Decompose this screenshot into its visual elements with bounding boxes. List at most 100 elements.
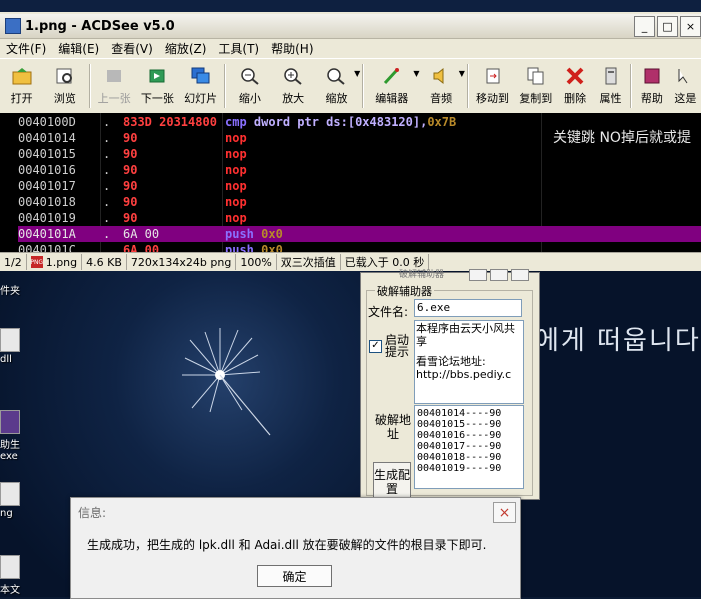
chevron-down-icon[interactable]: ▼	[354, 69, 360, 78]
properties-button[interactable]: 属性	[593, 59, 628, 111]
disasm-marker: .	[103, 195, 111, 209]
maximize-button[interactable]: □	[657, 16, 678, 37]
status-zoom: 100%	[236, 254, 277, 270]
help-book-icon	[641, 65, 663, 87]
image-viewer-disassembly[interactable]: 0040100D. 833D 20314800 cmp dword ptr ds:[…	[0, 113, 701, 252]
zoom-out-button[interactable]: 缩小	[228, 59, 271, 111]
menu-help[interactable]: 帮助(H)	[265, 40, 319, 57]
exe-file-icon	[0, 410, 20, 434]
png-file-icon: PNG	[30, 256, 43, 268]
disasm-marker: .	[103, 243, 111, 252]
info-textbox[interactable]: 本程序由云天小风共享 看雪论坛地址: http://bbs.pediy.c	[414, 320, 524, 404]
delete-button[interactable]: 删除	[557, 59, 592, 111]
toolbar-separator	[466, 64, 469, 108]
filename-input[interactable]: 6.exe	[414, 299, 522, 317]
disasm-marker: .	[103, 227, 111, 241]
disasm-row[interactable]: 00401019. 90 nop	[18, 210, 701, 226]
disasm-row[interactable]: 00401018. 90 nop	[18, 194, 701, 210]
acdsee-window: 1.png - ACDSee v5.0 _ □ × 文件(F) 编辑(E) 查看…	[0, 0, 701, 271]
crack-address-list[interactable]: 00401014----90 00401015----90 00401016--…	[414, 405, 524, 489]
disasm-hex: 6A 00	[123, 243, 160, 252]
move-to-button[interactable]: 移动到	[471, 59, 514, 111]
minimize-button[interactable]: _	[634, 16, 655, 37]
open-button[interactable]: 打开	[0, 59, 43, 111]
zoom-button[interactable]: 缩放	[315, 59, 358, 111]
disasm-hex: 90	[123, 131, 138, 145]
toolbar-separator	[88, 64, 91, 108]
paint-brush-icon	[381, 65, 403, 87]
dialog-message: 生成成功，把生成的 lpk.dll 和 Adai.dll 放在要破解的文件的根目…	[87, 538, 487, 552]
filename-label: 文件名:	[368, 305, 409, 319]
list-item: 00401014----90	[417, 408, 502, 419]
zoom-in-button[interactable]: 放大	[272, 59, 315, 111]
audio-button[interactable]: 音频	[420, 59, 463, 111]
disasm-row[interactable]: 0040101C. 6A 00 push 0x0	[18, 242, 701, 252]
next-image-button[interactable]: 下一张	[136, 59, 179, 111]
disasm-address: 00401018	[18, 195, 76, 209]
menu-tools[interactable]: 工具(T)	[212, 40, 265, 57]
generate-config-button[interactable]: 生成配置	[373, 462, 411, 502]
close-button[interactable]: ×	[680, 16, 701, 37]
desktop-icon-dll[interactable]: dll	[0, 328, 26, 365]
chevron-down-icon[interactable]: ▼	[459, 69, 465, 78]
status-file: PNG 1.png	[27, 254, 83, 270]
desktop-icon-text[interactable]: 本文	[0, 555, 26, 596]
gutter	[0, 113, 14, 252]
magnifier-minus-icon	[239, 65, 261, 87]
disasm-hex: 90	[123, 195, 138, 209]
startup-tip-checkbox[interactable]: ✓	[369, 339, 382, 353]
list-item: 00401019----90	[417, 463, 502, 474]
slideshow-icon	[190, 65, 212, 87]
editor-button[interactable]: 编辑器	[366, 59, 417, 111]
disasm-hex: 90	[123, 211, 138, 225]
list-item: 00401017----90	[417, 441, 502, 452]
move-file-icon	[482, 65, 504, 87]
disasm-address: 00401019	[18, 211, 76, 225]
copy-to-button[interactable]: 复制到	[514, 59, 557, 111]
status-index: 1/2	[0, 254, 27, 270]
disasm-row[interactable]: 00401015. 90 nop	[18, 146, 701, 162]
desktop-icon-png[interactable]: ng	[0, 482, 26, 519]
dandelion-wallpaper-image	[182, 328, 271, 436]
disasm-row[interactable]: 0040101A. 6A 00 push 0x0	[18, 226, 701, 242]
disasm-marker: .	[103, 179, 111, 193]
desktop-top-strip	[0, 0, 701, 12]
dialog-close-button[interactable]: ×	[493, 502, 516, 523]
previous-image-button[interactable]: 上一张	[93, 59, 136, 111]
disasm-row[interactable]: 00401017. 90 nop	[18, 178, 701, 194]
what-is-this-button[interactable]: 这是	[670, 59, 701, 111]
image-overlay-text: 关键跳 NO掉后就或提	[553, 130, 691, 146]
delete-x-icon	[564, 65, 586, 87]
desktop-icon-exe[interactable]: 助生 exe	[0, 410, 26, 462]
ok-button[interactable]: 确定	[257, 565, 332, 587]
helper-maximize-button[interactable]	[490, 269, 508, 281]
menu-edit[interactable]: 编辑(E)	[52, 40, 105, 57]
menu-zoom[interactable]: 缩放(Z)	[159, 40, 213, 57]
list-item: 00401016----90	[417, 430, 502, 441]
toolbar-separator	[362, 64, 365, 108]
menu-file[interactable]: 文件(F)	[0, 40, 52, 57]
disasm-instruction: nop	[225, 211, 247, 225]
browse-button[interactable]: 浏览	[43, 59, 86, 111]
help-button[interactable]: 帮助	[634, 59, 669, 111]
menu-bar: 文件(F) 编辑(E) 查看(V) 缩放(Z) 工具(T) 帮助(H)	[0, 39, 701, 58]
helper-minimize-button[interactable]	[469, 269, 487, 281]
disasm-instruction: nop	[225, 163, 247, 177]
list-item: 00401018----90	[417, 452, 502, 463]
title-bar[interactable]: 1.png - ACDSee v5.0 _ □ ×	[0, 14, 701, 39]
disasm-instruction: nop	[225, 179, 247, 193]
disasm-row[interactable]: 00401016. 90 nop	[18, 162, 701, 178]
folder-open-icon	[11, 65, 33, 87]
crack-address-label: 破解地址	[374, 413, 411, 441]
wallpaper-korean-text: 에게 떠웁니다	[535, 326, 701, 356]
disasm-address: 00401015	[18, 147, 76, 161]
disasm-marker: .	[103, 115, 111, 129]
disasm-instruction: push 0x0	[225, 243, 283, 252]
helper-close-button[interactable]	[511, 269, 529, 281]
startup-tip-checkbox-row[interactable]: ✓ 启动提示	[369, 334, 413, 358]
desktop-icon-folder[interactable]: 件夹	[0, 282, 26, 297]
menu-view[interactable]: 查看(V)	[105, 40, 159, 57]
slideshow-button[interactable]: 幻灯片	[179, 59, 222, 111]
disasm-hex: 90	[123, 147, 138, 161]
copy-file-icon	[525, 65, 547, 87]
